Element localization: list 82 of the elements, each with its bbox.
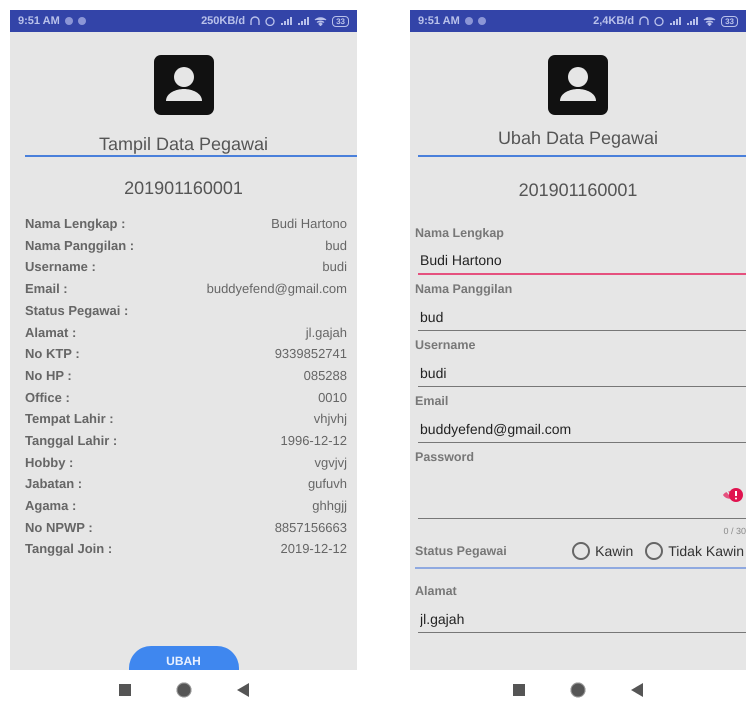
recents-button[interactable] (118, 684, 130, 696)
detail-label: Username : (25, 258, 96, 276)
notification-dot-icon (64, 17, 73, 25)
person-icon (548, 55, 608, 115)
signal-icon (686, 16, 698, 26)
home-button[interactable] (570, 682, 586, 698)
input-field[interactable]: budi (418, 359, 746, 387)
detail-value: 8857156663 (274, 518, 347, 537)
field-label: Status Pegawai (415, 542, 507, 560)
battery-indicator: 33 (332, 16, 349, 26)
recents-button[interactable] (513, 684, 525, 696)
wifi-icon (314, 16, 328, 26)
detail-value: 085288 (304, 366, 347, 385)
home-button[interactable] (176, 682, 192, 698)
employee-id: 201901160001 (124, 177, 243, 199)
network-speed: 250KB/d (201, 14, 246, 29)
detail-value: 1996-12-12 (280, 432, 347, 450)
screen-title: Tampil Data Pegawai (98, 133, 268, 155)
detail-label: Nama Panggilan : (25, 236, 134, 255)
detail-value: 2019-12-12 (280, 540, 347, 558)
detail-label: Tanggal Join : (25, 540, 112, 558)
detail-value: buddyefend@gmail.com (206, 280, 347, 298)
radio-option[interactable]: Tidak Kawin (643, 540, 746, 562)
detail-value: Budi Hartono (271, 215, 347, 234)
input-field[interactable]: jl.gajah (418, 605, 746, 633)
radio-option[interactable]: Kawin (570, 540, 636, 562)
detail-value: gufuvh (308, 475, 347, 494)
detail-label: Email : (25, 280, 68, 298)
back-button[interactable] (236, 682, 248, 696)
detail-value: 0010 (318, 388, 347, 407)
alarm-icon (654, 16, 664, 26)
detail-label: Tempat Lahir : (25, 410, 114, 428)
detail-label: Status Pegawai : (25, 302, 128, 320)
detail-value: bud (325, 236, 347, 255)
signal-icon (297, 16, 310, 26)
signal-icon (280, 16, 292, 26)
detail-label: No NPWP : (25, 518, 93, 537)
detail-label: Tanggal Lahir : (25, 432, 118, 450)
detail-label: Office : (25, 388, 70, 407)
detail-label: No KTP : (25, 345, 80, 364)
input-field[interactable]: Budi Hartono (418, 247, 746, 275)
screen-title: Ubah Data Pegawai (498, 127, 658, 149)
person-icon (154, 55, 214, 115)
detail-value: vgvjvj (314, 454, 347, 472)
detail-value: budi (322, 258, 347, 276)
input-field[interactable]: buddyefend@gmail.com (418, 415, 746, 443)
field-label: Email (415, 392, 450, 410)
battery-indicator: 33 (721, 16, 738, 26)
square-icon (118, 684, 130, 696)
notification-dot-icon (478, 17, 486, 25)
detail-value: 9339852741 (274, 345, 347, 364)
detail-label: Jabatan : (25, 475, 82, 494)
back-icon (631, 682, 643, 696)
status-time: 9:51 AM (18, 14, 60, 29)
detail-label: No HP : (25, 366, 72, 385)
back-button[interactable] (631, 682, 643, 696)
notification-dot-icon (78, 17, 86, 25)
network-speed: 2,4KB/d (593, 14, 634, 29)
field-label: Password (415, 448, 476, 466)
detail-value: ghhgjj (312, 497, 347, 516)
status-time: 9:51 AM (418, 14, 460, 29)
circle-icon (570, 682, 586, 698)
signal-icon (669, 16, 682, 26)
detail-label: Hobby : (25, 454, 74, 472)
detail-label: Alamat : (25, 324, 76, 342)
character-counter: 0 / 30 (722, 525, 746, 538)
alarm-icon (265, 16, 276, 26)
square-icon (513, 684, 525, 696)
field-label: Nama Lengkap (415, 224, 505, 242)
detail-value: jl.gajah (306, 324, 347, 342)
notification-dot-icon (464, 17, 473, 25)
field-label: Username (415, 336, 476, 354)
field-label: Nama Panggilan (415, 280, 514, 298)
detail-label: Nama Lengkap : (25, 215, 126, 234)
circle-icon (176, 682, 192, 698)
back-icon (236, 682, 248, 696)
input-field[interactable]: bud (418, 303, 746, 331)
wifi-icon (703, 16, 716, 26)
employee-id: 201901160001 (518, 179, 638, 201)
detail-label: Agama : (25, 497, 76, 516)
field-label: Alamat (415, 582, 458, 600)
detail-value: vhjvhj (314, 410, 347, 428)
